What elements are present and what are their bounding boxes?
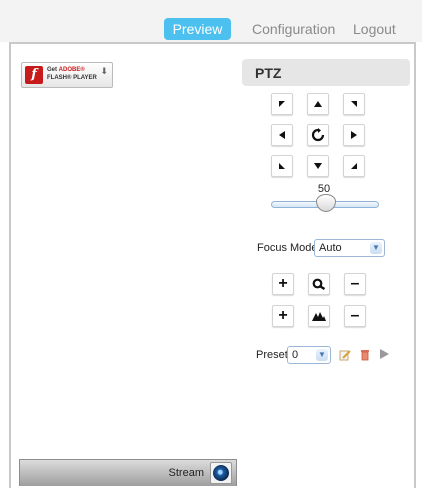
focus-near-button[interactable]: + bbox=[272, 305, 294, 327]
flash-badge-line1: Get ADOBE® bbox=[47, 67, 85, 73]
stream-select-button[interactable] bbox=[210, 462, 232, 484]
ptz-down-right-button[interactable] bbox=[343, 155, 365, 177]
ptz-up-button[interactable] bbox=[307, 93, 329, 115]
plus-icon: + bbox=[278, 307, 288, 324]
arrow-up-icon bbox=[314, 101, 322, 107]
preset-value: 0 bbox=[292, 349, 299, 361]
ptz-up-right-button[interactable] bbox=[343, 93, 365, 115]
ptz-home-button[interactable] bbox=[307, 124, 329, 146]
focus-far-button[interactable]: – bbox=[344, 305, 366, 327]
ptz-down-button[interactable] bbox=[307, 155, 329, 177]
minus-icon: – bbox=[350, 307, 360, 324]
flash-logo-icon: f bbox=[25, 66, 43, 84]
arrow-up-right-icon bbox=[351, 101, 357, 107]
ptz-up-left-button[interactable] bbox=[271, 93, 293, 115]
magnifier-icon bbox=[312, 278, 326, 290]
ptz-header: PTZ bbox=[242, 59, 410, 86]
chevron-down-icon: ▼ bbox=[370, 242, 382, 254]
chevron-down-icon: ▼ bbox=[316, 349, 328, 361]
focus-mode-label: Focus Mode bbox=[257, 242, 318, 254]
preset-select[interactable]: 0 ▼ bbox=[287, 346, 331, 364]
edit-icon[interactable] bbox=[339, 349, 351, 361]
arrow-down-left-icon bbox=[279, 163, 285, 169]
play-icon[interactable] bbox=[378, 348, 390, 360]
ptz-left-button[interactable] bbox=[271, 124, 293, 146]
tab-preview[interactable]: Preview bbox=[164, 18, 231, 40]
zoom-out-button[interactable]: – bbox=[344, 273, 366, 295]
arrow-right-icon bbox=[351, 131, 357, 139]
stream-bar: Stream bbox=[19, 459, 237, 486]
zoom-button[interactable] bbox=[308, 273, 330, 295]
focus-mode-value: Auto bbox=[319, 242, 342, 254]
arrow-down-right-icon bbox=[351, 163, 357, 169]
get-flash-player-button[interactable]: f Get ADOBE® FLASH® PLAYER ⬇ bbox=[21, 62, 113, 88]
preset-label: Preset bbox=[256, 349, 288, 361]
tab-logout[interactable]: Logout bbox=[353, 18, 396, 40]
stream-label: Stream bbox=[168, 467, 204, 479]
arrow-up-left-icon bbox=[279, 101, 285, 107]
download-arrow-icon: ⬇ bbox=[100, 66, 108, 76]
flash-badge-line2: FLASH® PLAYER bbox=[47, 75, 97, 81]
plus-icon: + bbox=[278, 275, 288, 292]
zoom-in-button[interactable]: + bbox=[272, 273, 294, 295]
ptz-title: PTZ bbox=[255, 65, 282, 81]
top-nav: Preview Configuration Logout bbox=[0, 0, 422, 42]
focus-mode-select[interactable]: Auto ▼ bbox=[314, 239, 385, 257]
arrow-left-icon bbox=[279, 131, 285, 139]
refresh-icon bbox=[311, 128, 325, 142]
ptz-down-left-button[interactable] bbox=[271, 155, 293, 177]
camera-lens-icon bbox=[213, 465, 229, 481]
delete-icon[interactable] bbox=[359, 349, 371, 361]
tab-configuration[interactable]: Configuration bbox=[252, 18, 335, 40]
minus-icon: – bbox=[350, 275, 360, 292]
arrow-down-icon bbox=[314, 163, 322, 169]
focus-button[interactable] bbox=[308, 305, 330, 327]
ptz-right-button[interactable] bbox=[343, 124, 365, 146]
mountain-icon bbox=[312, 312, 326, 321]
